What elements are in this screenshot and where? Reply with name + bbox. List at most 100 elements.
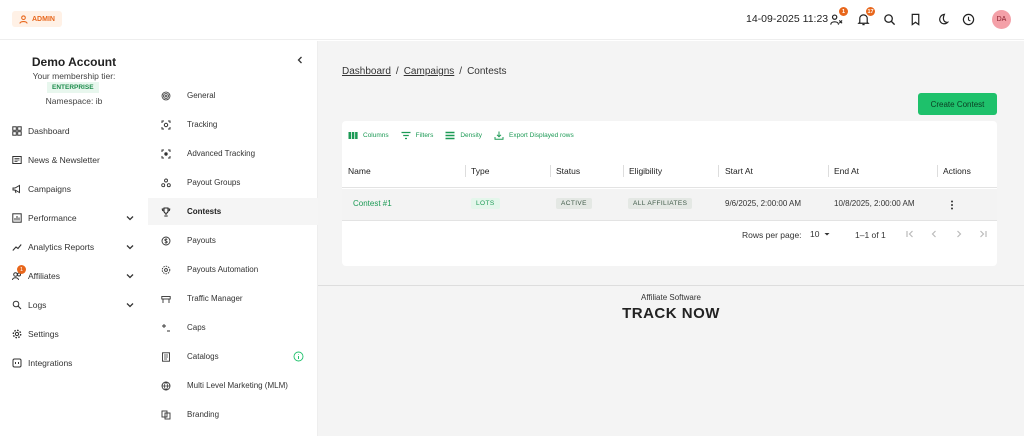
sidebar-item-label: Integrations: [28, 358, 73, 368]
filters-button[interactable]: Filters: [401, 131, 433, 140]
submenu-item-catalogs[interactable]: Catalogs: [148, 343, 318, 370]
density-label: Density: [460, 131, 483, 139]
density-button[interactable]: Density: [445, 131, 482, 140]
sidebar-item-integrations[interactable]: Integrations: [0, 352, 148, 374]
submenu-item-contests[interactable]: Contests: [148, 198, 318, 225]
sidebar-item-logs[interactable]: Logs: [0, 294, 148, 316]
breadcrumb-campaigns[interactable]: Campaigns: [404, 66, 455, 77]
caret-down-icon: [824, 233, 830, 236]
sidebar-item-label: Analytics Reports: [28, 242, 95, 252]
footer-tagline: Affiliate Software: [641, 293, 701, 302]
breadcrumb-dashboard[interactable]: Dashboard: [342, 66, 391, 77]
start-at-cell: 9/6/2025, 2:00:00 AM: [725, 199, 802, 208]
export-button[interactable]: Export Displayed rows: [494, 131, 574, 140]
type-chip: LOTS: [471, 198, 500, 209]
submenu-item-label: Catalogs: [187, 352, 219, 361]
last-page-icon[interactable]: [978, 229, 990, 241]
submenu-item-payouts-automation[interactable]: Payouts Automation: [148, 256, 318, 283]
user-switch-button[interactable]: 1: [829, 7, 848, 26]
column-header-name[interactable]: Name: [348, 166, 371, 176]
network-icon: [160, 380, 171, 391]
submenu-item-general[interactable]: General: [148, 82, 318, 109]
main-content: Dashboard / Campaigns / Contests Create …: [318, 41, 1024, 436]
column-separator[interactable]: [937, 165, 938, 177]
breadcrumb-separator: /: [395, 66, 399, 77]
table-header: Name Type Status Eligibility Start At En…: [342, 153, 997, 188]
create-contest-button[interactable]: Create Contest: [918, 93, 997, 115]
column-header-eligibility[interactable]: Eligibility: [629, 166, 662, 176]
sidebar-item-dashboard[interactable]: Dashboard: [0, 120, 148, 142]
chevron-down-icon[interactable]: [125, 300, 135, 310]
column-separator[interactable]: [550, 165, 551, 177]
breadcrumb-current: Contests: [467, 66, 507, 77]
chevron-down-icon[interactable]: [125, 213, 135, 223]
target-icon: [160, 148, 171, 159]
column-separator[interactable]: [828, 165, 829, 177]
column-separator[interactable]: [623, 165, 624, 177]
search-button[interactable]: [882, 12, 896, 26]
submenu-item-label: Caps: [187, 323, 206, 332]
next-page-icon[interactable]: [954, 229, 966, 241]
contest-name-link[interactable]: Contest #1: [353, 199, 392, 208]
submenu-item-label: Tracking: [187, 120, 218, 129]
sidebar-item-analytics-reports[interactable]: Analytics Reports: [0, 236, 148, 258]
sidebar-item-affiliates[interactable]: 1 Affiliates: [0, 265, 148, 287]
campaigns-submenu: General Tracking Advanced Tracking Payou…: [148, 41, 318, 436]
role-badge[interactable]: ADMIN: [12, 11, 62, 27]
theme-toggle-button[interactable]: [935, 12, 949, 26]
submenu-item-advanced-tracking[interactable]: Advanced Tracking: [148, 140, 318, 167]
sidebar-item-performance[interactable]: Performance: [0, 207, 148, 229]
submenu-item-mlm[interactable]: Multi Level Marketing (MLM): [148, 372, 318, 399]
column-header-status[interactable]: Status: [556, 166, 580, 176]
gear-icon: [11, 329, 22, 340]
table-row[interactable]: Contest #1 LOTS ACTIVE ALL AFFILIATES 9/…: [342, 189, 997, 221]
column-separator[interactable]: [718, 165, 719, 177]
submenu-item-caps[interactable]: Caps: [148, 314, 318, 341]
plus-minus-icon: [160, 322, 171, 333]
chevron-down-icon[interactable]: [125, 271, 135, 281]
prev-page-icon[interactable]: [929, 229, 941, 241]
sidebar-item-news[interactable]: News & Newsletter: [0, 149, 148, 171]
dashboard-icon: [11, 126, 22, 137]
submenu-item-tracking[interactable]: Tracking: [148, 111, 318, 138]
column-header-start-at[interactable]: Start At: [725, 166, 753, 176]
rows-per-page-select[interactable]: 10: [810, 229, 831, 239]
avatar[interactable]: DA: [992, 10, 1011, 29]
columns-button[interactable]: Columns: [348, 131, 389, 140]
submenu-item-payouts[interactable]: Payouts: [148, 227, 318, 254]
download-icon: [494, 131, 504, 140]
submenu-item-label: Traffic Manager: [187, 294, 243, 303]
namespace-label: Namespace: ib: [45, 96, 103, 106]
barrier-icon: [160, 293, 171, 304]
chevron-left-icon[interactable]: [295, 55, 305, 65]
membership-tier-badge: ENTERPRISE: [47, 82, 99, 93]
column-header-end-at[interactable]: End At: [834, 166, 859, 176]
breadcrumb: Dashboard / Campaigns / Contests: [342, 66, 507, 77]
membership-tier-label: Your membership tier:: [32, 71, 116, 81]
datetime: 14-09-2025 11:23: [746, 13, 829, 25]
submenu-item-branding[interactable]: Branding: [148, 401, 318, 428]
column-header-type[interactable]: Type: [471, 166, 489, 176]
search-icon: [883, 13, 895, 25]
column-separator[interactable]: [465, 165, 466, 177]
sidebar-item-campaigns[interactable]: Campaigns: [0, 178, 148, 200]
bookmark-icon: [911, 13, 919, 26]
submenu-item-traffic-manager[interactable]: Traffic Manager: [148, 285, 318, 312]
bookmark-button[interactable]: [908, 12, 922, 26]
sidebar-item-label: Settings: [28, 329, 59, 339]
eligibility-chip: ALL AFFILIATES: [628, 198, 693, 209]
group-icon: [160, 177, 171, 188]
first-page-icon[interactable]: [905, 229, 917, 241]
info-icon[interactable]: [293, 351, 304, 362]
megaphone-icon: [11, 184, 22, 195]
footer-logo: TRACK NOW: [622, 305, 720, 322]
role-badge-label: ADMIN: [32, 15, 55, 23]
submenu-item-payout-groups[interactable]: Payout Groups: [148, 169, 318, 196]
sidebar-item-label: Dashboard: [28, 126, 70, 136]
notifications-button[interactable]: 17: [856, 7, 875, 26]
sidebar-item-settings[interactable]: Settings: [0, 323, 148, 345]
more-vert-icon[interactable]: [947, 199, 957, 211]
help-button[interactable]: [961, 12, 975, 26]
submenu-item-label: General: [187, 91, 216, 100]
chevron-down-icon[interactable]: [125, 242, 135, 252]
